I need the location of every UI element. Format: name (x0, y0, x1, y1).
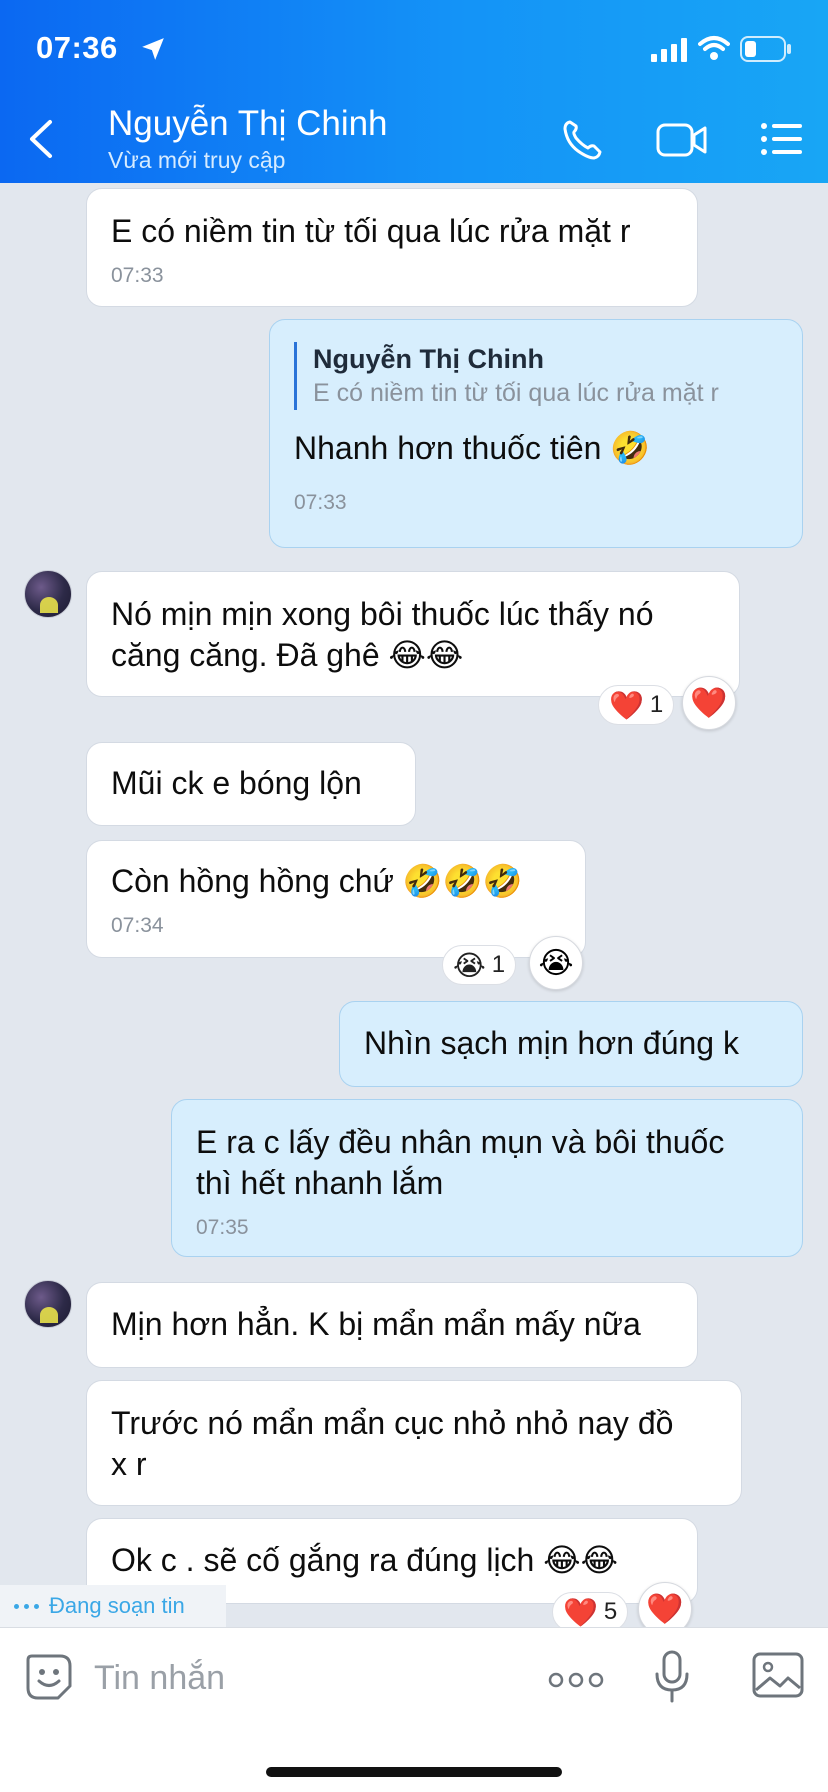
message-text: Nhìn sạch mịn hơn đúng k (364, 1025, 739, 1061)
message-bubble-incoming[interactable]: E có niềm tin từ tối qua lúc rửa mặt r 0… (86, 188, 698, 307)
location-arrow-icon (142, 38, 164, 60)
message-text-line: E ra c lấy đều nhân mụn và bôi thuốc (196, 1124, 725, 1160)
message-bubble-outgoing[interactable]: Nhìn sạch mịn hơn đúng k (339, 1001, 803, 1087)
wifi-icon (698, 36, 730, 60)
message-text: Mịn hơn hẳn. K bị mẩn mẩn mấy nữa (111, 1306, 641, 1342)
message-bubble-incoming[interactable]: Còn hồng hồng chứ 🤣🤣🤣 07:34 (86, 840, 586, 958)
quote-text: E có niềm tin từ tối qua lúc rửa mặt r (313, 379, 719, 407)
message-text: Ok c . sẽ cố gắng ra đúng lịch 😂😂 (111, 1542, 619, 1578)
phone-icon[interactable] (560, 118, 604, 162)
message-time: 07:34 (111, 914, 164, 937)
reply-quote[interactable]: Nguyễn Thị Chinh E có niềm tin từ tối qu… (294, 342, 778, 410)
message-time: 07:33 (111, 264, 164, 287)
crying-laugh-reaction-icon: 😭 (453, 949, 486, 981)
message-input[interactable] (94, 1656, 494, 1700)
message-input-bar (0, 1627, 828, 1792)
chat-header: 07:36 Nguyễn Thị Chinh Vừa mới truy cập (0, 0, 828, 183)
heart-icon: ❤️ (646, 1592, 684, 1626)
message-bubble-outgoing[interactable]: E ra c lấy đều nhân mụn và bôi thuốc thì… (171, 1099, 803, 1257)
reaction-count: 5 (603, 1598, 618, 1625)
home-indicator (266, 1767, 562, 1777)
message-text: Nhanh hơn thuốc tiên 🤣 (294, 430, 651, 466)
message-bubble-incoming[interactable]: Nó mịn mịn xong bôi thuốc lúc thấy nó că… (86, 571, 740, 697)
image-gallery-icon[interactable] (752, 1652, 804, 1698)
message-time: 07:35 (196, 1216, 249, 1239)
message-text-line: x r (111, 1446, 147, 1482)
reaction-summary[interactable]: 😭 1 (442, 945, 517, 985)
cellular-signal-icon (651, 38, 687, 62)
message-time: 07:33 (294, 491, 347, 514)
list-menu-icon[interactable] (760, 122, 804, 156)
typing-indicator: Đang soạn tin (0, 1585, 226, 1627)
message-text-line: căng căng. Đã ghê 😂😂 (111, 637, 464, 673)
status-bar-time: 07:36 (36, 30, 118, 65)
battery-icon (740, 36, 791, 62)
message-text: E có niềm tin từ tối qua lúc rửa mặt r (111, 213, 631, 249)
message-text-line: Trước nó mẩn mẩn cục nhỏ nhỏ nay đồ (111, 1405, 674, 1441)
typing-dots-icon (14, 1603, 39, 1609)
message-text: Mũi ck e bóng lộn (111, 765, 362, 801)
sticker-smile-icon[interactable] (24, 1652, 74, 1702)
heart-icon: ❤️ (690, 686, 728, 720)
avatar[interactable] (24, 1280, 72, 1328)
reaction-count: 1 (649, 691, 664, 718)
more-dots-icon[interactable] (548, 1670, 604, 1690)
message-bubble-incoming[interactable]: Mũi ck e bóng lộn (86, 742, 416, 826)
microphone-icon[interactable] (654, 1650, 690, 1704)
heart-reaction-icon: ❤️ (609, 689, 644, 721)
message-text-line: Nó mịn mịn xong bôi thuốc lúc thấy nó (111, 596, 654, 632)
quote-author: Nguyễn Thị Chinh (313, 344, 544, 374)
react-heart-button[interactable]: ❤️ (682, 676, 736, 730)
message-text-line: thì hết nhanh lắm (196, 1165, 444, 1201)
reaction-summary[interactable]: ❤️ 1 (598, 685, 675, 725)
message-bubble-incoming[interactable]: Mịn hơn hẳn. K bị mẩn mẩn mấy nữa (86, 1282, 698, 1368)
contact-name[interactable]: Nguyễn Thị Chinh (108, 104, 388, 144)
message-text: Còn hồng hồng chứ 🤣🤣🤣 (111, 863, 523, 899)
video-camera-icon[interactable] (656, 121, 708, 159)
back-chevron-icon[interactable] (26, 118, 56, 160)
react-button[interactable]: 😭 (529, 936, 583, 990)
crying-icon: 😭 (538, 946, 574, 980)
reaction-count: 1 (491, 951, 506, 978)
heart-reaction-icon: ❤️ (563, 1596, 598, 1628)
contact-status: Vừa mới truy cập (108, 147, 286, 173)
reaction-summary[interactable]: ❤️ 5 (552, 1592, 629, 1632)
typing-text: Đang soạn tin (49, 1593, 185, 1618)
message-bubble-incoming[interactable]: Trước nó mẩn mẩn cục nhỏ nhỏ nay đồ x r (86, 1380, 742, 1506)
message-bubble-outgoing[interactable]: Nguyễn Thị Chinh E có niềm tin từ tối qu… (269, 319, 803, 548)
avatar[interactable] (24, 570, 72, 618)
